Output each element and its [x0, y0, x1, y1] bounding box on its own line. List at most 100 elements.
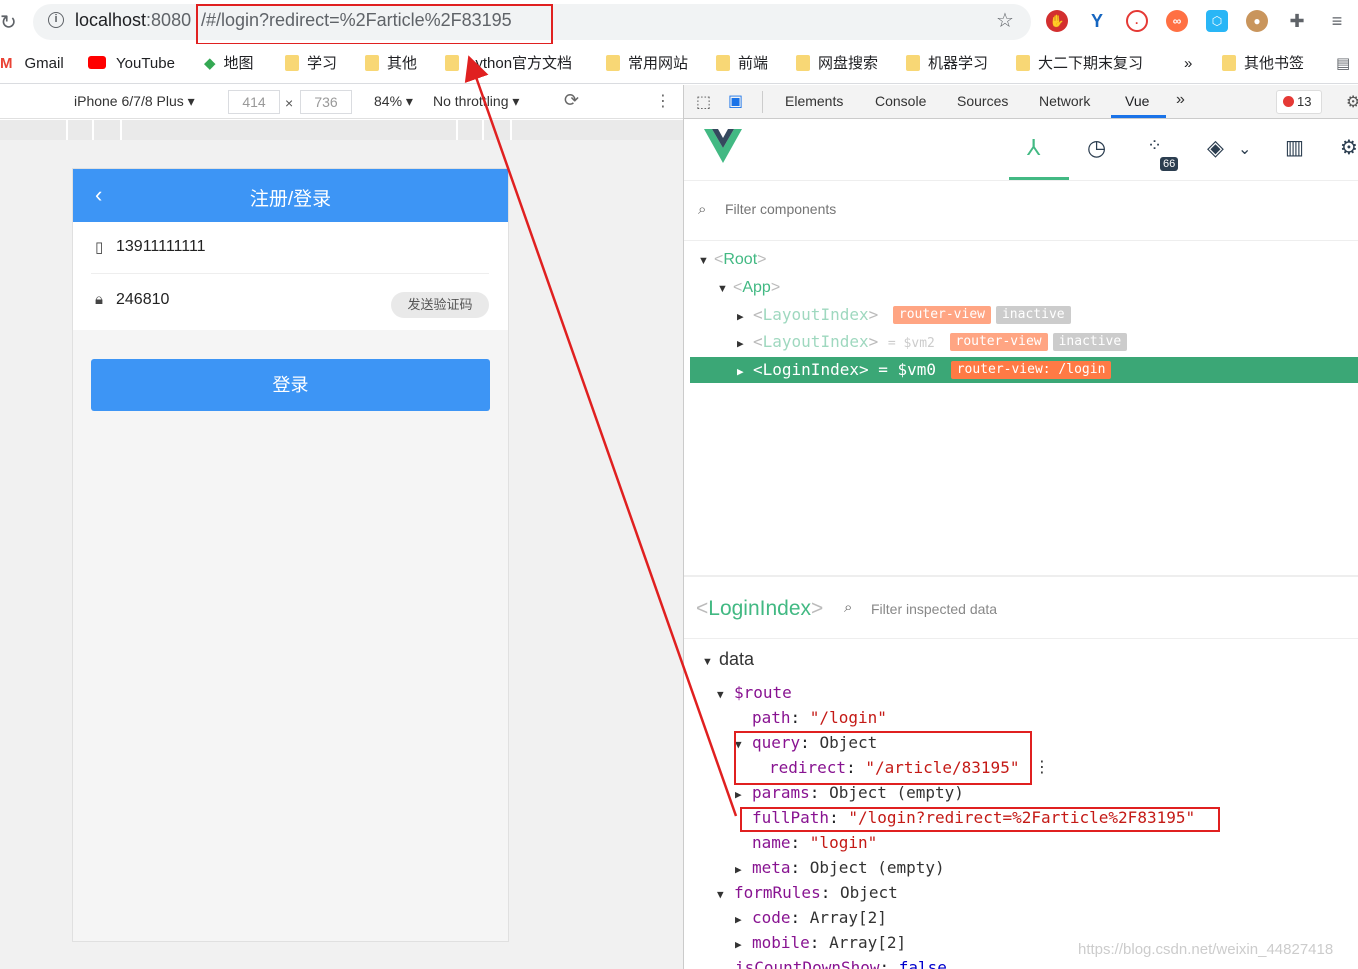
components-tab-icon[interactable]: ⅄: [1027, 135, 1040, 161]
extensions-puzzle-icon[interactable]: ✚: [1286, 10, 1308, 32]
inactive-badge: inactive: [995, 306, 1071, 324]
cookie-extension-icon[interactable]: ●: [1246, 10, 1268, 32]
youtube-icon: [88, 56, 106, 69]
bookmark-folder-pan[interactable]: 网盘搜索: [796, 53, 878, 75]
settings-gear-icon[interactable]: ⚙: [1346, 92, 1358, 112]
tab-elements[interactable]: Elements: [785, 93, 843, 109]
expand-arrow-icon[interactable]: ▼: [698, 248, 714, 274]
rotate-icon[interactable]: ⟳: [564, 90, 579, 111]
ruler-segment[interactable]: [458, 120, 484, 140]
ruler-segment[interactable]: [68, 120, 94, 140]
router-view-badge: router-view: [892, 306, 991, 324]
collapse-arrow-icon[interactable]: ▶: [737, 331, 753, 357]
tree-node-login-selected[interactable]: ▶ <LoginIndex> = $vm0 router-view: /login: [690, 357, 1358, 383]
url-host[interactable]: localhost:8080: [75, 10, 191, 31]
chevron-down-icon[interactable]: ⌄: [1238, 139, 1251, 159]
tree-node-layout-1[interactable]: ▶ <LayoutIndex> router-view inactive: [737, 302, 1071, 328]
code-input[interactable]: 246810: [116, 291, 169, 309]
device-width-input[interactable]: 414: [228, 90, 280, 114]
info-icon[interactable]: i: [48, 12, 64, 28]
expand-arrow-icon[interactable]: ▼: [717, 682, 734, 707]
code-field-row: 🔒︎ 246810 发送验证码: [91, 275, 489, 327]
expand-arrow-icon[interactable]: ▼: [717, 276, 733, 302]
data-section[interactable]: ▼ data: [702, 647, 754, 672]
device-toggle-icon[interactable]: ▣: [728, 91, 743, 111]
expand-arrow-icon[interactable]: ▼: [717, 882, 734, 907]
throttle-select[interactable]: No throttling ▾: [433, 93, 519, 110]
bookmark-youtube[interactable]: YouTube: [88, 53, 175, 75]
data-row-meta[interactable]: ▶ meta: Object (empty): [735, 855, 945, 880]
reading-list-panel-icon[interactable]: ▤: [1336, 53, 1350, 75]
extension-y-icon[interactable]: Y: [1086, 10, 1108, 32]
more-actions-icon[interactable]: ⋮: [1034, 755, 1050, 780]
reading-list-icon[interactable]: ≡: [1326, 10, 1348, 32]
tab-network[interactable]: Network: [1039, 93, 1090, 109]
collapse-arrow-icon[interactable]: ▶: [735, 857, 752, 882]
extension-hex-icon[interactable]: ⬡: [1206, 10, 1228, 32]
bookmarks-overflow-button[interactable]: »: [1184, 53, 1192, 75]
device-select[interactable]: iPhone 6/7/8 Plus ▾: [74, 93, 195, 110]
folder-icon: [445, 55, 459, 71]
collapse-arrow-icon[interactable]: ▶: [737, 359, 753, 385]
tree-node-app[interactable]: ▼ <App>: [717, 275, 780, 301]
bookmark-folder-study[interactable]: 学习: [285, 53, 337, 75]
chart-icon[interactable]: ▥: [1285, 135, 1304, 160]
ruler-segment[interactable]: [484, 120, 512, 140]
bookmark-folder-other-bookmarks[interactable]: 其他书签: [1222, 53, 1304, 75]
data-row-name[interactable]: name: "login": [752, 830, 877, 855]
data-row-path[interactable]: path: "/login": [752, 705, 887, 730]
collapse-arrow-icon[interactable]: ▶: [735, 782, 752, 807]
tab-console[interactable]: Console: [875, 93, 926, 109]
filter-inspected-data-input[interactable]: Filter inspected data: [871, 601, 997, 617]
mobile-input[interactable]: 13911111111: [116, 238, 206, 256]
bookmark-folder-review[interactable]: 大二下期末复习: [1016, 53, 1143, 75]
bookmark-star-icon[interactable]: ☆: [996, 8, 1014, 33]
zoom-select[interactable]: 84% ▾: [374, 93, 413, 110]
collapse-arrow-icon[interactable]: ▶: [737, 304, 753, 330]
bookmark-folder-common[interactable]: 常用网站: [606, 53, 688, 75]
bookmark-folder-other[interactable]: 其他: [365, 53, 417, 75]
bookmark-folder-python[interactable]: python官方文档: [445, 53, 572, 75]
tab-sources[interactable]: Sources: [957, 93, 1008, 109]
extension-infinity-icon[interactable]: ∞: [1166, 10, 1188, 32]
media-query-ruler[interactable]: [0, 120, 683, 140]
routing-icon[interactable]: ◈: [1207, 135, 1224, 161]
collapse-arrow-icon[interactable]: ▶: [735, 907, 752, 932]
error-count-badge[interactable]: 13: [1276, 90, 1322, 114]
bookmark-maps[interactable]: ◆ 地图: [204, 53, 254, 75]
send-code-button[interactable]: 发送验证码: [391, 292, 489, 318]
login-button[interactable]: 登录: [91, 359, 490, 411]
vm-ref: = $vm0: [878, 360, 937, 379]
data-row-mobile[interactable]: ▶ mobile: Array[2]: [735, 930, 906, 955]
ruler-segment[interactable]: [122, 120, 458, 140]
timeline-history-icon[interactable]: ◷: [1087, 135, 1106, 161]
vue-devtools-toolbar: ⅄ ◷ ⁘ 66 ◈ ⌄ ▥ ⚙: [684, 119, 1358, 181]
data-row-code[interactable]: ▶ code: Array[2]: [735, 905, 887, 930]
extension-record-icon[interactable]: ·: [1126, 10, 1148, 32]
reload-icon[interactable]: ↻: [0, 10, 17, 35]
bookmark-folder-ml[interactable]: 机器学习: [906, 53, 988, 75]
vm-ref: = $vm2: [887, 336, 935, 351]
adblock-extension-icon[interactable]: ✋: [1046, 10, 1068, 32]
expand-arrow-icon[interactable]: ▼: [702, 650, 719, 675]
inspect-element-icon[interactable]: ⬚: [696, 92, 711, 112]
ruler-segment[interactable]: [0, 120, 68, 140]
device-height-input[interactable]: 736: [300, 90, 352, 114]
bookmark-folder-frontend[interactable]: 前端: [716, 53, 768, 75]
bookmark-gmail[interactable]: M Gmail: [0, 53, 64, 75]
filter-components-input[interactable]: [725, 201, 1025, 217]
tree-node-root[interactable]: ▼ <Root>: [698, 247, 766, 273]
vue-logo-icon: [704, 129, 742, 163]
tree-node-layout-2[interactable]: ▶ <LayoutIndex> = $vm2 router-view inactiv…: [737, 329, 1128, 357]
settings-icon[interactable]: ⚙: [1340, 135, 1358, 160]
data-row-countdown[interactable]: isCountDownShow: false: [735, 955, 947, 969]
ruler-segment[interactable]: [94, 120, 122, 140]
more-tabs-icon[interactable]: »: [1176, 91, 1185, 109]
more-options-icon[interactable]: ⋮: [655, 91, 671, 111]
folder-icon: [716, 55, 730, 71]
performance-icon[interactable]: ⁘: [1147, 135, 1162, 156]
tab-vue[interactable]: Vue: [1125, 93, 1149, 109]
collapse-arrow-icon[interactable]: ▶: [735, 932, 752, 957]
data-row-route[interactable]: ▼ $route: [717, 680, 792, 705]
data-row-formrules[interactable]: ▼ formRules: Object: [717, 880, 898, 905]
